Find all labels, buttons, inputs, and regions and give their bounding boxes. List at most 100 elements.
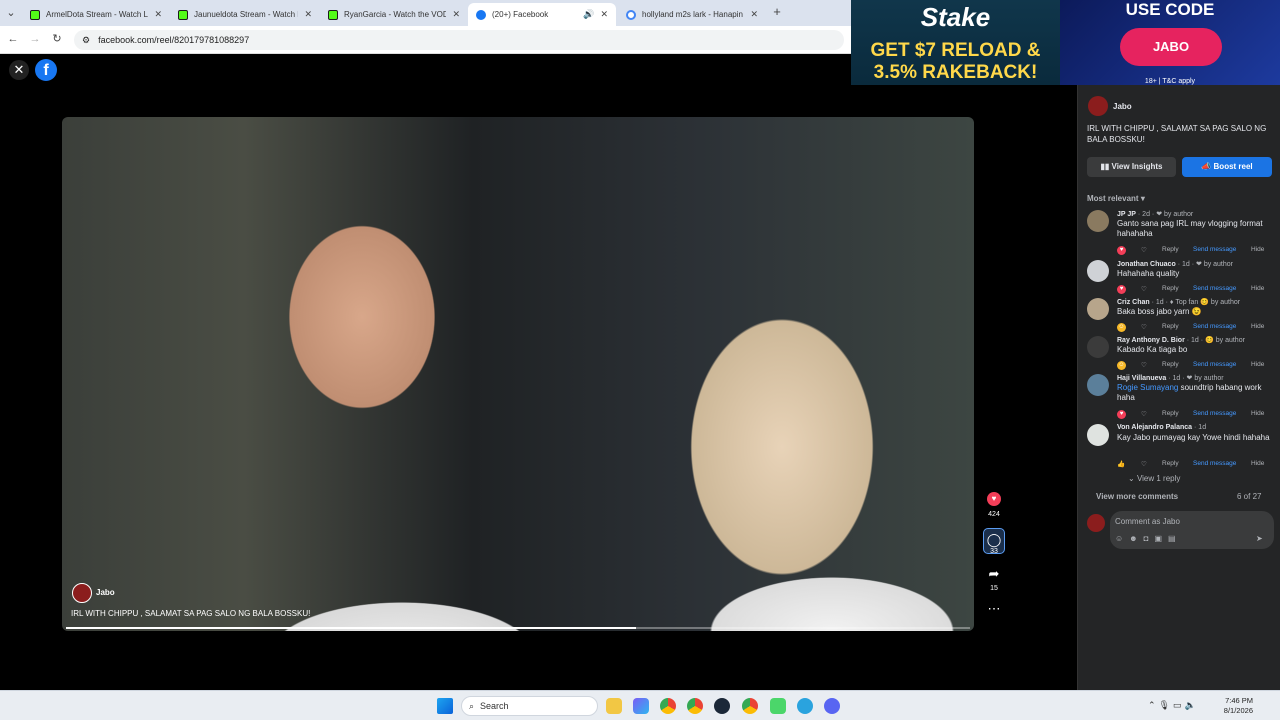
like-icon[interactable]: ♡: [1141, 246, 1147, 254]
hide-button[interactable]: Hide: [1251, 246, 1264, 253]
browser-tab[interactable]: hollyland m2s lark - Hanapin sa ✕: [618, 3, 766, 26]
ad-brand-logo: Stake: [920, 2, 991, 32]
reel-video[interactable]: Jabo IRL WITH CHIPPU , SALAMAT SA PAG SA…: [62, 117, 974, 631]
microphone-icon[interactable]: 🎙: [1159, 700, 1173, 710]
back-icon[interactable]: ←: [6, 32, 20, 46]
like-icon[interactable]: ♡: [1141, 460, 1147, 468]
url-input[interactable]: ⚙ facebook.com/reel/820179781088297: [74, 30, 844, 50]
like-icon[interactable]: ♥: [987, 492, 1001, 506]
reply-button[interactable]: Reply: [1162, 246, 1179, 253]
speaker-icon[interactable]: 🔈: [1185, 700, 1199, 710]
discord-icon[interactable]: [824, 698, 840, 714]
gif-icon[interactable]: ▣: [1154, 534, 1168, 543]
ad-terms: 18+ | T&C apply: [1144, 78, 1196, 85]
panel-author-name[interactable]: Jabo: [1113, 102, 1132, 111]
commenter-name[interactable]: Ray Anthony D. Bior: [1117, 337, 1185, 344]
like-icon[interactable]: ♡: [1141, 410, 1147, 418]
new-tab-button[interactable]: +: [770, 5, 784, 19]
close-tab-icon[interactable]: ✕: [154, 9, 162, 20]
taskbar-search[interactable]: ⌕ Search: [461, 696, 598, 716]
ad-banner[interactable]: Stake GET $7 RELOAD & 3.5% RAKEBACK! USE…: [851, 0, 1280, 85]
by-author-badge: by author: [1203, 261, 1233, 268]
avatar[interactable]: [1087, 298, 1109, 320]
thumbs-up-icon[interactable]: 👍: [1117, 460, 1125, 468]
commenter-name[interactable]: JP JP: [1117, 211, 1136, 218]
view-replies-link[interactable]: ⌄ View 1 reply: [1128, 474, 1180, 483]
commenter-name[interactable]: Haji Villanueva: [1117, 375, 1166, 382]
hide-button[interactable]: Hide: [1251, 285, 1264, 292]
view-more-comments-link[interactable]: View more comments: [1096, 492, 1178, 501]
ad-code-button[interactable]: JABO: [1120, 28, 1222, 66]
file-explorer-icon[interactable]: [606, 698, 622, 714]
steam-icon[interactable]: [714, 698, 730, 714]
avatar[interactable]: [1087, 336, 1109, 358]
telegram-icon[interactable]: [797, 698, 813, 714]
reply-button[interactable]: Reply: [1162, 323, 1179, 330]
hide-button[interactable]: Hide: [1251, 460, 1264, 467]
browser-tab[interactable]: ArmelDota Stream - Watch Live ✕: [22, 3, 170, 26]
send-message-button[interactable]: Send message: [1193, 410, 1236, 417]
hide-button[interactable]: Hide: [1251, 323, 1264, 330]
network-icon[interactable]: ▭: [1173, 700, 1185, 710]
chrome-icon[interactable]: [687, 698, 703, 714]
view-insights-button[interactable]: ▮▮ View Insights: [1087, 157, 1176, 177]
boost-reel-button[interactable]: 📣 Boost reel: [1182, 157, 1272, 177]
reply-button[interactable]: Reply: [1162, 361, 1179, 368]
like-icon[interactable]: ♡: [1141, 285, 1147, 293]
browser-tab[interactable]: Jaunueldota Stream - Watch Live ✕: [170, 3, 320, 26]
streaming-app-icon[interactable]: [770, 698, 786, 714]
speaker-icon[interactable]: 🔊: [583, 9, 594, 20]
share-icon[interactable]: ➦: [983, 563, 1005, 585]
close-tab-icon[interactable]: ✕: [304, 9, 312, 20]
avatar[interactable]: [1087, 210, 1109, 232]
chrome-icon[interactable]: [742, 698, 758, 714]
avatar-sticker-icon[interactable]: ☺: [1115, 534, 1129, 543]
hide-button[interactable]: Hide: [1251, 361, 1264, 368]
avatar[interactable]: [1087, 260, 1109, 282]
close-tab-icon[interactable]: ✕: [750, 9, 758, 20]
browser-tab[interactable]: RyanGarcia - Watch the VOD o ✕: [320, 3, 468, 26]
send-message-button[interactable]: Send message: [1193, 246, 1236, 253]
site-info-icon[interactable]: ⚙: [82, 35, 90, 46]
send-icon[interactable]: ➤: [1256, 534, 1263, 543]
facebook-logo-icon[interactable]: f: [35, 59, 57, 81]
send-message-button[interactable]: Send message: [1193, 285, 1236, 292]
forward-icon[interactable]: →: [28, 32, 42, 46]
tab-list-chevron-icon[interactable]: ⌄: [4, 6, 18, 20]
like-icon[interactable]: ♡: [1141, 361, 1147, 369]
comment-input[interactable]: Comment as Jabo ☺☻◘▣▤ ➤: [1110, 511, 1274, 549]
browser-tab-active[interactable]: (20+) Facebook 🔊 ✕: [468, 3, 616, 26]
mention-link[interactable]: Rogie Sumayang: [1117, 383, 1178, 392]
avatar[interactable]: [1088, 96, 1108, 116]
reload-icon[interactable]: ↻: [50, 32, 64, 46]
commenter-name[interactable]: Criz Chan: [1117, 299, 1150, 306]
reply-button[interactable]: Reply: [1162, 285, 1179, 292]
close-icon[interactable]: ✕: [9, 60, 29, 80]
reply-button[interactable]: Reply: [1162, 410, 1179, 417]
sort-dropdown[interactable]: Most relevant ▾: [1087, 194, 1145, 203]
video-progress-bar[interactable]: [66, 627, 970, 629]
commenter-name[interactable]: Von Alejandro Palanca: [1117, 424, 1192, 431]
avatar[interactable]: [72, 583, 92, 603]
more-options-icon[interactable]: ⋯: [983, 598, 1005, 620]
commenter-name[interactable]: Jonathan Chuaco: [1117, 261, 1176, 268]
send-message-button[interactable]: Send message: [1193, 323, 1236, 330]
emoji-icon[interactable]: ☻: [1129, 534, 1143, 543]
copilot-icon[interactable]: [633, 698, 649, 714]
send-message-button[interactable]: Send message: [1193, 361, 1236, 368]
windows-start-icon[interactable]: [437, 698, 453, 714]
chevron-up-icon[interactable]: ⌃: [1148, 700, 1159, 710]
avatar[interactable]: [1087, 374, 1109, 396]
close-tab-icon[interactable]: ✕: [452, 9, 460, 20]
sticker-icon[interactable]: ▤: [1168, 534, 1182, 543]
clock[interactable]: 7:46 PM 8/1/2026: [1221, 696, 1253, 716]
chrome-icon[interactable]: [660, 698, 676, 714]
close-tab-icon[interactable]: ✕: [600, 9, 608, 20]
avatar[interactable]: [1087, 424, 1109, 446]
video-author-name[interactable]: Jabo: [96, 588, 115, 597]
camera-icon[interactable]: ◘: [1144, 534, 1155, 543]
reply-button[interactable]: Reply: [1162, 460, 1179, 467]
hide-button[interactable]: Hide: [1251, 410, 1264, 417]
like-icon[interactable]: ♡: [1141, 323, 1147, 331]
send-message-button[interactable]: Send message: [1193, 460, 1236, 467]
